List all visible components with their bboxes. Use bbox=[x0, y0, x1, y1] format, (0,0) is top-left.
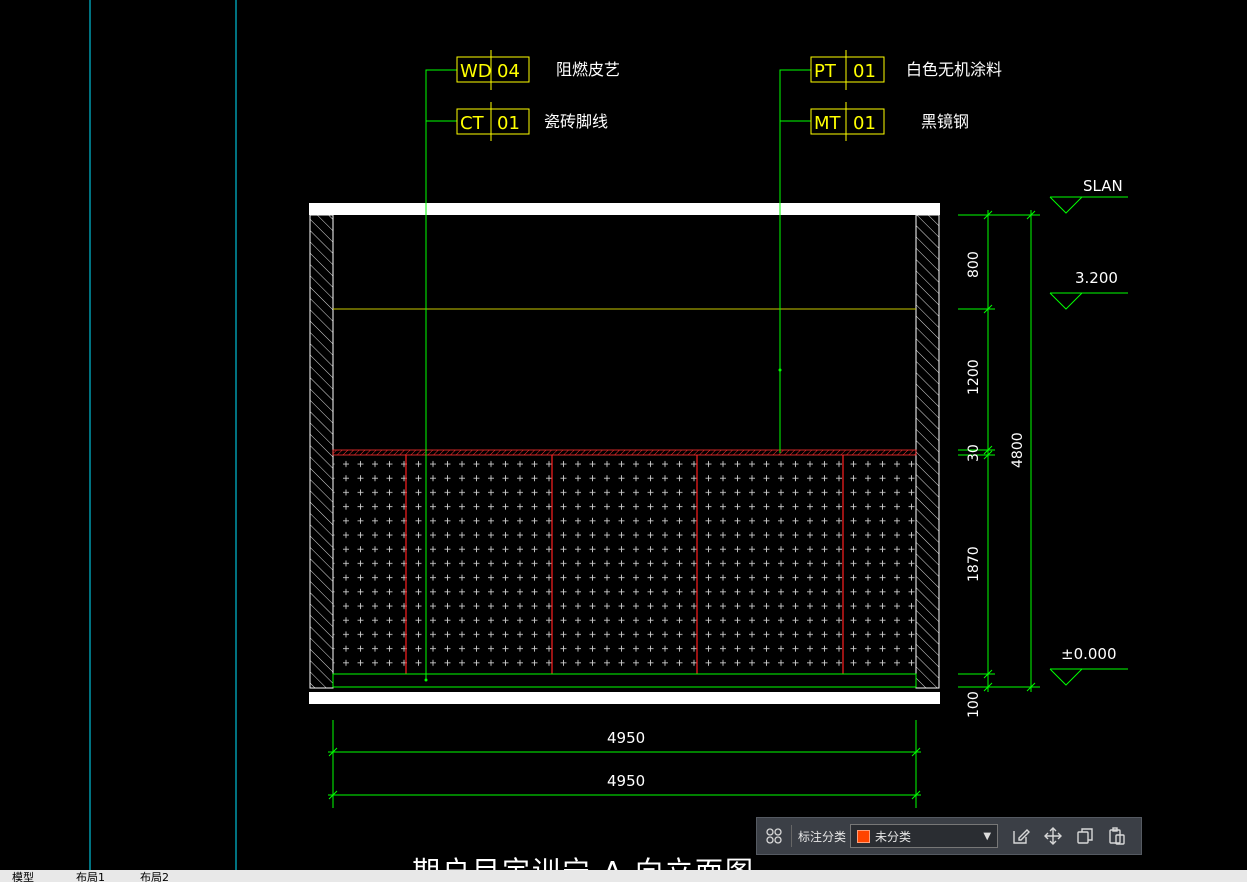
tag-code: WD bbox=[460, 61, 492, 82]
toolbar-separator bbox=[791, 825, 792, 847]
layout-tabs: 模型 布局1 布局2 bbox=[0, 870, 1247, 882]
tag-code: PT bbox=[814, 61, 837, 82]
tag-number: 01 bbox=[853, 61, 876, 82]
dim-4950-upper: 4950 bbox=[607, 729, 645, 747]
skirting-line bbox=[332, 673, 917, 688]
tag-desc: 阻燃皮艺 bbox=[556, 60, 620, 79]
dim-1870: 1870 bbox=[966, 546, 982, 582]
steel-strip bbox=[332, 449, 917, 456]
wall-right bbox=[915, 214, 940, 689]
level-3200: 3.200 bbox=[1075, 269, 1118, 287]
dim-1200: 1200 bbox=[966, 359, 982, 395]
tag-code: MT bbox=[814, 113, 842, 134]
level-marker-3200 bbox=[1049, 292, 1128, 310]
tab-layout-2[interactable]: 布局2 bbox=[140, 872, 169, 882]
grid-icon[interactable] bbox=[761, 823, 787, 849]
annotation-category-label: 标注分类 bbox=[798, 829, 847, 844]
dim-100: 100 bbox=[966, 691, 982, 718]
paste-icon[interactable] bbox=[1104, 823, 1130, 849]
category-select-value: 未分类 bbox=[875, 829, 912, 844]
tag-desc: 瓷砖脚线 bbox=[544, 112, 608, 131]
tab-layout-1[interactable]: 布局1 bbox=[76, 872, 105, 882]
edit-icon[interactable] bbox=[1008, 823, 1034, 849]
tag-desc: 白色无机涂料 bbox=[906, 60, 1002, 79]
tag-ct01[interactable]: CT 01 瓷砖脚线 bbox=[456, 102, 608, 141]
level-marker-slan bbox=[1049, 196, 1128, 214]
copy-icon[interactable] bbox=[1072, 823, 1098, 849]
dim-30: 30 bbox=[966, 444, 982, 462]
tag-pt01[interactable]: PT 01 白色无机涂料 bbox=[810, 50, 1002, 90]
dim-800: 800 bbox=[966, 251, 982, 278]
tag-number: 01 bbox=[497, 113, 520, 134]
dim-4950-lower: 4950 bbox=[607, 772, 645, 790]
tag-number: 04 bbox=[497, 61, 520, 82]
ceiling-slab bbox=[309, 203, 940, 215]
annotation-category-select[interactable]: 未分类 ▼ bbox=[850, 824, 999, 848]
floor-slab bbox=[309, 692, 940, 704]
leather-panel-area bbox=[333, 455, 916, 674]
drawing-title-partial: 期户目定训宁 A 向立面图 bbox=[412, 850, 755, 870]
level-000: ±0.000 bbox=[1061, 645, 1117, 663]
tag-mt01[interactable]: MT 01 黑镜钢 bbox=[810, 102, 969, 141]
wall-left bbox=[309, 214, 334, 689]
tab-model[interactable]: 模型 bbox=[12, 872, 34, 882]
annotation-toolbar: 标注分类 未分类 ▼ bbox=[756, 817, 1142, 855]
level-slan: SLAN bbox=[1083, 177, 1123, 195]
category-color-swatch bbox=[857, 829, 871, 843]
chevron-down-icon: ▼ bbox=[983, 830, 992, 842]
tag-number: 01 bbox=[853, 113, 876, 134]
level-marker-000 bbox=[1049, 668, 1128, 686]
cad-drawing-canvas[interactable]: WD 04 阻燃皮艺 CT 01 瓷砖脚线 PT 01 白色无机涂料 MT 01… bbox=[0, 0, 1247, 882]
tag-code: CT bbox=[460, 113, 485, 134]
tag-wd04[interactable]: WD 04 阻燃皮艺 bbox=[456, 50, 620, 90]
dim-4800: 4800 bbox=[1010, 432, 1026, 468]
tag-desc: 黑镜钢 bbox=[921, 112, 969, 131]
move-icon[interactable] bbox=[1040, 823, 1066, 849]
